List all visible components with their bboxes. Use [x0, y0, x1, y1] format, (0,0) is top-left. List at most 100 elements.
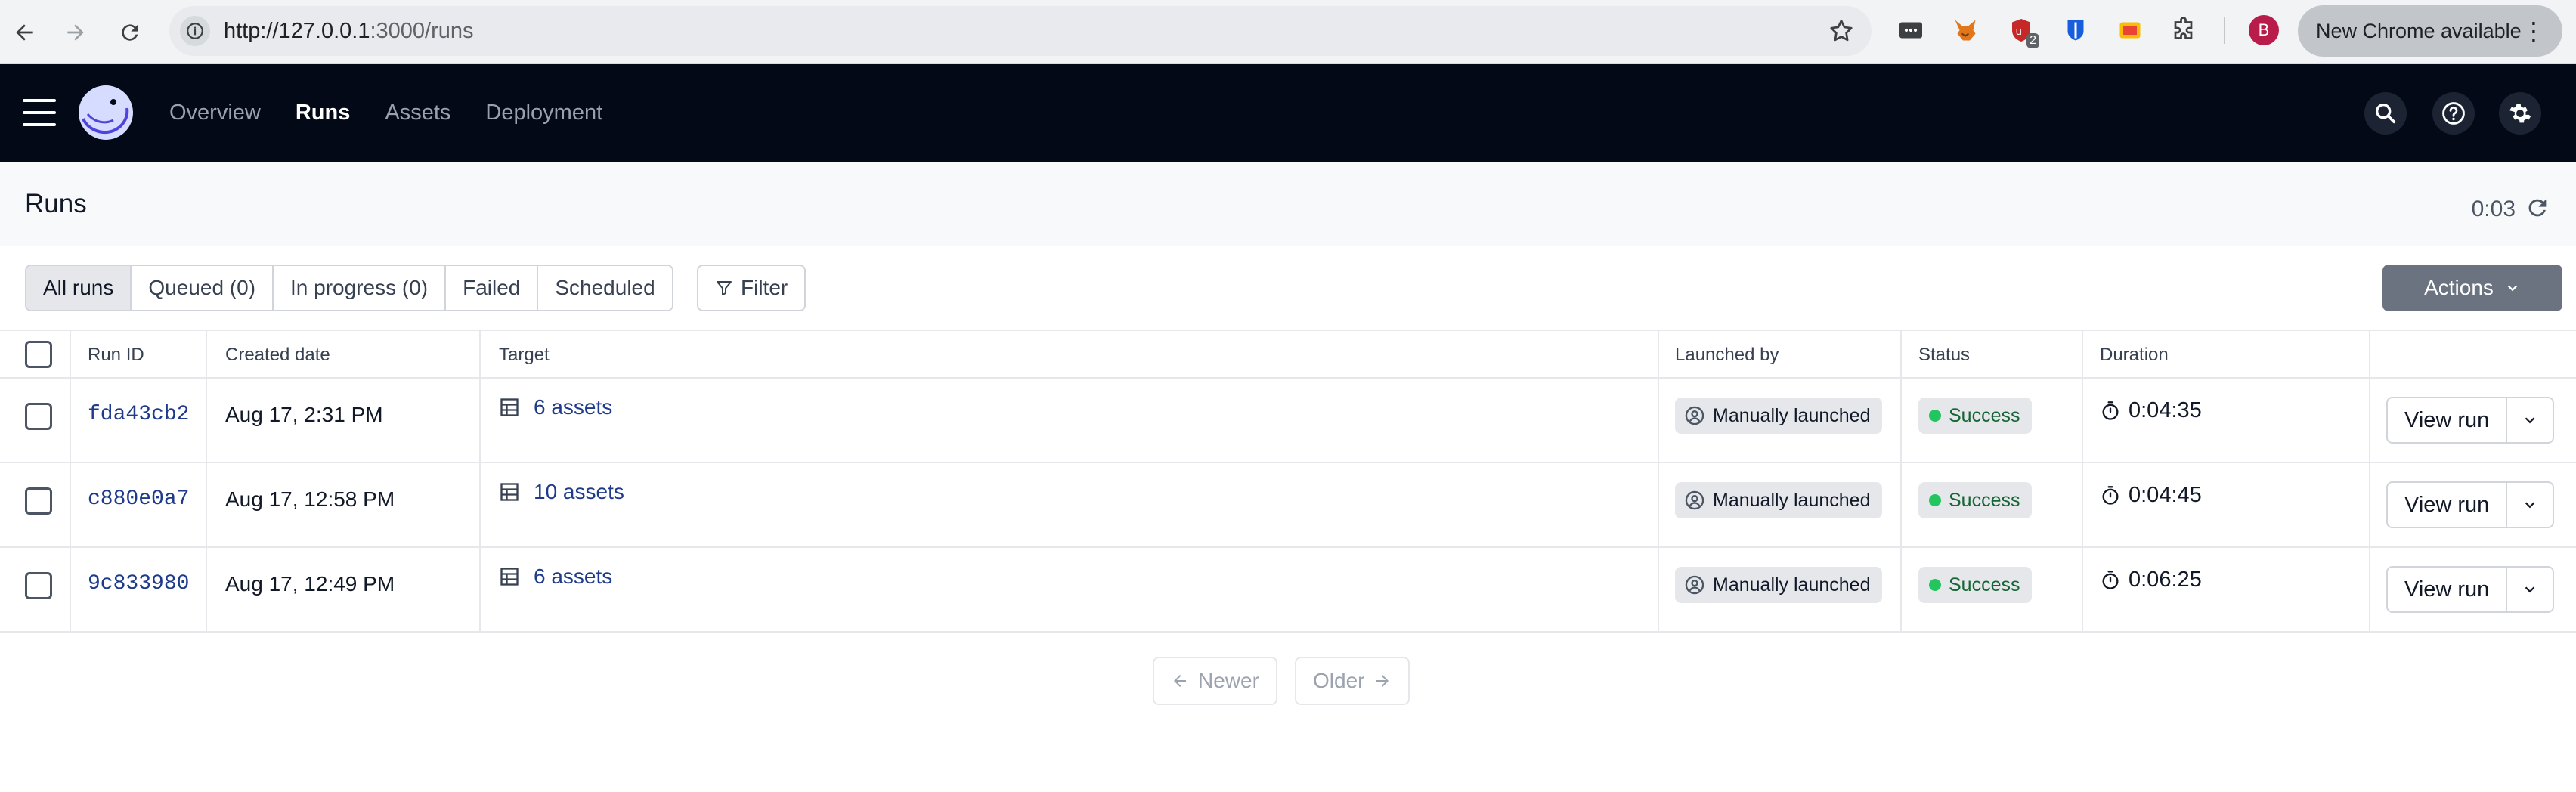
created-date: Aug 17, 2:31 PM [225, 403, 383, 426]
created-date: Aug 17, 12:58 PM [225, 487, 395, 511]
nav-runs[interactable]: Runs [296, 101, 351, 125]
help-button[interactable] [2432, 92, 2475, 135]
status-badge: Success [1918, 398, 2033, 434]
column-duration[interactable]: Duration [2100, 331, 2169, 379]
tab-queued[interactable]: Queued (0) [132, 266, 274, 310]
run-id-link[interactable]: fda43cb2 [88, 403, 189, 426]
run-id-link[interactable]: c880e0a7 [88, 487, 189, 511]
runs-table: Run ID Created date Target Launched by S… [0, 330, 2576, 633]
tab-failed[interactable]: Failed [446, 266, 539, 310]
address-bar[interactable]: http://127.0.0.1:3000/runs [169, 6, 1872, 56]
refresh-countdown: 0:03 [2471, 196, 2516, 221]
launched-by-tag: Manually launched [1675, 567, 1883, 603]
target-link[interactable]: 10 assets [499, 480, 624, 504]
update-label: New Chrome available [2316, 19, 2522, 42]
toolbar-divider [2224, 17, 2225, 44]
table-grid-icon [500, 568, 519, 586]
user-circle-icon [1685, 575, 1704, 595]
table-row: c880e0a7 Aug 17, 12:58 PM 10 assets Manu… [0, 463, 2576, 548]
older-label: Older [1313, 669, 1365, 692]
tab-in-progress[interactable]: In progress (0) [274, 266, 447, 310]
shield-extension-icon[interactable]: u 2 [2006, 15, 2039, 48]
target-label: 6 assets [534, 395, 613, 419]
column-run-id[interactable]: Run ID [88, 331, 144, 379]
row-checkbox[interactable] [25, 572, 52, 599]
tab-all-runs[interactable]: All runs [26, 266, 132, 310]
column-launched-by[interactable]: Launched by [1675, 331, 1779, 379]
extension-dots-icon[interactable] [1896, 15, 1926, 45]
gear-icon [2509, 104, 2531, 123]
tab-scheduled[interactable]: Scheduled [538, 266, 672, 310]
duration-value: 0:04:35 [2129, 398, 2202, 422]
timer-icon [2102, 570, 2119, 589]
reload-icon [122, 24, 138, 41]
target-label: 10 assets [534, 480, 624, 503]
view-run-menu-button[interactable] [2507, 398, 2553, 442]
refresh-icon[interactable] [2525, 195, 2550, 221]
created-date: Aug 17, 12:49 PM [225, 572, 395, 596]
duration: 0:06:25 [2100, 568, 2202, 592]
filter-icon [717, 281, 732, 295]
user-circle-icon [1685, 490, 1704, 510]
view-run-group: View run [2386, 481, 2555, 528]
row-checkbox[interactable] [25, 487, 52, 515]
newer-label: Newer [1198, 669, 1259, 692]
update-chrome-button[interactable]: New Chrome available ⋮ [2298, 5, 2562, 57]
arrow-right-icon [1376, 675, 1389, 687]
select-all-checkbox[interactable] [25, 341, 52, 368]
hamburger-menu-icon[interactable] [23, 99, 56, 126]
url-text[interactable]: http://127.0.0.1:3000/runs [224, 6, 474, 56]
nav-deployment[interactable]: Deployment [485, 101, 602, 125]
success-dot-icon [1929, 494, 1941, 506]
view-run-menu-button[interactable] [2507, 568, 2553, 611]
password-extension-icon[interactable] [2060, 15, 2091, 45]
back-button[interactable] [3, 11, 45, 54]
duration-value: 0:06:25 [2129, 568, 2202, 592]
chevron-down-icon [2525, 502, 2535, 509]
launched-by-label: Manually launched [1713, 489, 1871, 511]
timer-icon [2102, 485, 2119, 505]
view-run-button[interactable]: View run [2388, 483, 2508, 527]
url-path: :3000/runs [370, 19, 474, 43]
status-label: Success [1949, 574, 2020, 596]
search-button[interactable] [2364, 92, 2407, 135]
status-label: Success [1949, 489, 2020, 511]
view-run-button[interactable]: View run [2388, 398, 2508, 442]
nav-overview[interactable]: Overview [169, 101, 261, 125]
fox-extension-icon[interactable] [1950, 15, 1980, 45]
view-run-button[interactable]: View run [2388, 568, 2508, 611]
arrow-right-icon [67, 24, 84, 41]
target-link[interactable]: 6 assets [499, 565, 612, 589]
profile-avatar[interactable]: B [2249, 15, 2279, 45]
row-checkbox[interactable] [25, 403, 52, 430]
column-target[interactable]: Target [499, 331, 550, 379]
duration-value: 0:04:45 [2129, 483, 2202, 507]
run-id-link[interactable]: 9c833980 [88, 572, 189, 596]
bookmark-star-icon[interactable] [1828, 17, 1855, 45]
nav-assets[interactable]: Assets [385, 101, 450, 125]
launched-by-tag: Manually launched [1675, 398, 1883, 434]
column-created-date[interactable]: Created date [225, 331, 330, 379]
launched-by-label: Manually launched [1713, 404, 1871, 426]
kebab-menu-icon: ⋮ [2522, 17, 2546, 45]
table-header: Run ID Created date Target Launched by S… [0, 330, 2576, 379]
reload-button[interactable] [109, 11, 151, 54]
filter-button[interactable]: Filter [697, 265, 807, 311]
puzzle-extensions-icon[interactable] [2169, 15, 2200, 45]
dagster-logo[interactable] [77, 84, 135, 141]
newer-page-button[interactable]: Newer [1153, 657, 1277, 705]
success-dot-icon [1929, 410, 1941, 422]
forward-button[interactable] [54, 11, 97, 54]
top-navigation: Overview Runs Assets Deployment [169, 64, 602, 162]
cast-extension-icon[interactable] [2115, 15, 2145, 45]
site-info-icon[interactable] [180, 16, 210, 46]
table-grid-icon [500, 483, 519, 501]
target-link[interactable]: 6 assets [499, 395, 612, 419]
column-status[interactable]: Status [1918, 331, 1970, 379]
settings-button[interactable] [2499, 92, 2541, 135]
older-page-button[interactable]: Older [1295, 657, 1410, 705]
view-run-menu-button[interactable] [2507, 483, 2553, 527]
chevron-down-icon [2525, 417, 2535, 424]
actions-button[interactable]: Actions [2382, 265, 2562, 311]
help-icon [2442, 102, 2465, 125]
